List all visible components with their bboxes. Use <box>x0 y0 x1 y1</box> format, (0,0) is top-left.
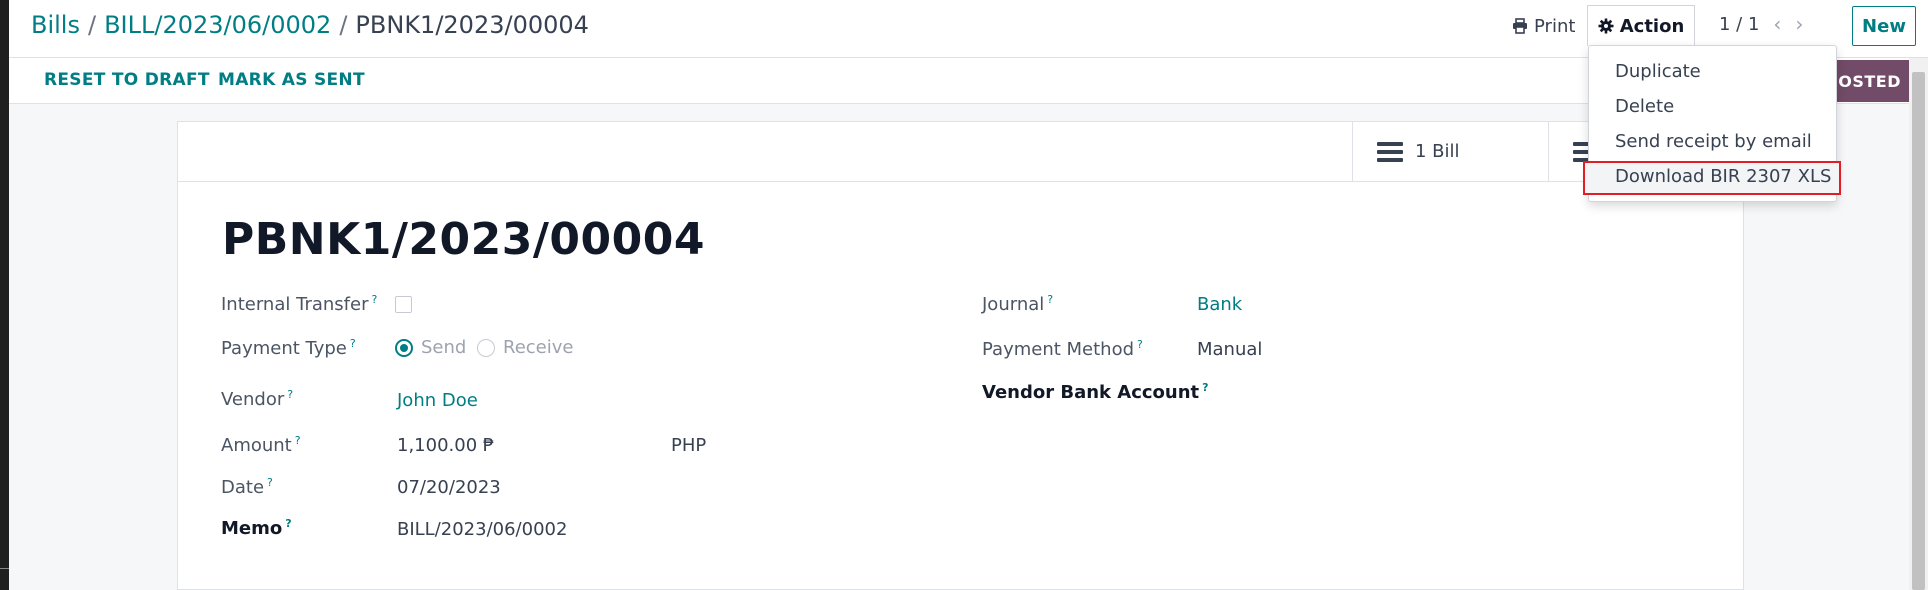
help-icon[interactable]: ? <box>1202 381 1208 394</box>
menu-item-send-receipt[interactable]: Send receipt by email <box>1615 131 1812 152</box>
internal-transfer-checkbox[interactable] <box>395 296 412 313</box>
help-icon[interactable]: ? <box>267 476 273 489</box>
help-icon[interactable]: ? <box>285 517 291 530</box>
action-label: Action <box>1619 15 1685 37</box>
new-button[interactable]: New <box>1852 6 1916 46</box>
vendor-field[interactable]: John Doe <box>397 390 478 411</box>
journal-field[interactable]: Bank <box>1197 294 1242 315</box>
radio-checked-icon <box>395 338 413 357</box>
breadcrumb-current: PBNK1/2023/00004 <box>355 11 589 39</box>
memo-label: Memo? <box>221 517 292 539</box>
action-dropdown-menu: Duplicate Delete Send receipt by email D… <box>1583 45 1841 202</box>
breadcrumb-separator: / <box>87 11 97 39</box>
memo-field[interactable]: BILL/2023/06/0002 <box>397 519 567 540</box>
menu-item-download-bir-2307[interactable]: Download BIR 2307 XLS <box>1615 166 1831 187</box>
journal-label: Journal? <box>982 293 1054 315</box>
pager: 1 / 1 ‹ › <box>1719 12 1803 36</box>
menu-item-delete[interactable]: Delete <box>1615 96 1674 117</box>
breadcrumb-separator: / <box>339 11 348 39</box>
currency-field[interactable]: PHP <box>671 435 706 456</box>
breadcrumb-bill[interactable]: BILL/2023/06/0002 <box>104 11 331 39</box>
help-icon[interactable]: ? <box>295 434 301 447</box>
radio-unchecked-icon <box>477 338 495 357</box>
action-button[interactable]: Action <box>1587 5 1695 46</box>
date-field[interactable]: 07/20/2023 <box>397 477 501 498</box>
print-label: Print <box>1534 15 1576 37</box>
payment-type-send-radio[interactable]: Send <box>395 337 466 358</box>
amount-label: Amount? <box>221 434 301 456</box>
record-title: PBNK1/2023/00004 <box>222 214 705 265</box>
left-edge-tick <box>0 568 9 569</box>
payment-method-field[interactable]: Manual <box>1197 339 1262 360</box>
menu-item-duplicate[interactable]: Duplicate <box>1615 61 1701 82</box>
pager-previous-icon[interactable]: ‹ <box>1773 12 1781 36</box>
help-icon[interactable]: ? <box>1047 293 1053 306</box>
help-icon[interactable]: ? <box>371 293 377 306</box>
scrollbar-thumb[interactable] <box>1912 72 1925 590</box>
vendor-bank-account-label: Vendor Bank Account? <box>982 381 1209 403</box>
breadcrumb: Bills / BILL/2023/06/0002/PBNK1/2023/00004 <box>31 10 589 40</box>
payment-method-label: Payment Method? <box>982 338 1143 360</box>
help-icon[interactable]: ? <box>287 388 293 401</box>
gear-icon <box>1598 18 1614 34</box>
printer-icon <box>1513 18 1527 34</box>
list-icon <box>1377 138 1403 166</box>
date-label: Date? <box>221 476 273 498</box>
pager-next-icon[interactable]: › <box>1795 12 1803 36</box>
print-button[interactable]: Print <box>1512 12 1575 40</box>
payment-type-receive-radio[interactable]: Receive <box>477 337 573 358</box>
breadcrumb-bills[interactable]: Bills <box>31 11 80 39</box>
amount-field[interactable]: 1,100.00 ₱ <box>397 435 494 456</box>
payment-type-label: Payment Type? <box>221 337 356 359</box>
mark-as-sent-button[interactable]: MARK AS SENT <box>218 70 365 90</box>
internal-transfer-label: Internal Transfer? <box>221 293 378 315</box>
vendor-label: Vendor? <box>221 388 294 410</box>
help-icon[interactable]: ? <box>350 337 356 350</box>
smart-button-box: 1 Bill <box>178 122 1743 182</box>
reset-to-draft-button[interactable]: RESET TO DRAFT <box>44 70 210 90</box>
bills-smart-button[interactable]: 1 Bill <box>1352 122 1548 181</box>
pager-value[interactable]: 1 / 1 <box>1719 14 1759 35</box>
form-sheet: 1 Bill PBNK1/2023/00004 Internal Transfe… <box>177 121 1744 590</box>
left-edge-strip <box>0 0 9 590</box>
help-icon[interactable]: ? <box>1137 338 1143 351</box>
bills-smart-label: 1 Bill <box>1415 141 1460 162</box>
